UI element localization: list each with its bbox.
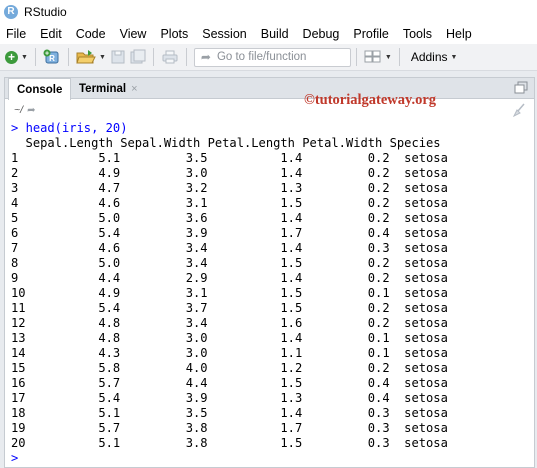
svg-text:R: R xyxy=(49,54,55,63)
menu-code[interactable]: Code xyxy=(69,27,113,41)
save-icon xyxy=(111,50,125,64)
tab-console-label: Console xyxy=(17,83,63,96)
toolbar-divider xyxy=(34,48,36,66)
working-directory: ~/ xyxy=(14,104,24,116)
folder-open-icon xyxy=(76,50,96,64)
output-row: 16 5.7 4.4 1.5 0.4 setosa xyxy=(11,376,448,390)
new-file-button[interactable]: + ▼ xyxy=(3,47,30,67)
menu-edit[interactable]: Edit xyxy=(33,27,69,41)
open-file-button[interactable]: ▼ xyxy=(74,47,108,67)
addins-menu[interactable]: Addins ▼ xyxy=(411,50,458,64)
output-row: 5 5.0 3.6 1.4 0.2 setosa xyxy=(11,211,448,225)
output-row: 3 4.7 3.2 1.3 0.2 setosa xyxy=(11,181,448,195)
pane-layout-button[interactable]: ▼ xyxy=(362,47,394,67)
chevron-down-icon: ▼ xyxy=(384,53,392,61)
output-header: Sepal.Length Sepal.Width Petal.Length Pe… xyxy=(11,136,441,150)
rstudio-logo-icon: R xyxy=(4,4,18,19)
menu-file[interactable]: File xyxy=(0,27,33,41)
maximize-pane-icon[interactable] xyxy=(514,81,528,94)
new-project-icon: R + xyxy=(43,49,59,64)
save-button[interactable] xyxy=(108,47,128,67)
menu-profile[interactable]: Profile xyxy=(346,27,395,41)
menu-plots[interactable]: Plots xyxy=(153,27,195,41)
console-command: head(iris, 20) xyxy=(25,121,128,135)
output-row: 11 5.4 3.7 1.5 0.2 setosa xyxy=(11,301,448,315)
toolbar-divider xyxy=(185,48,187,66)
tab-terminal-label: Terminal xyxy=(79,82,127,95)
console-command-line: > head(iris, 20) xyxy=(11,121,531,136)
chevron-down-icon: ▼ xyxy=(21,53,28,61)
save-all-button[interactable] xyxy=(128,47,148,67)
print-button[interactable] xyxy=(159,47,181,67)
menu-tools[interactable]: Tools xyxy=(396,27,439,41)
toolbar-divider xyxy=(67,48,69,66)
output-row: 13 4.8 3.0 1.4 0.1 setosa xyxy=(11,331,448,345)
chevron-down-icon: ▼ xyxy=(98,53,106,61)
close-icon[interactable]: × xyxy=(131,83,137,95)
output-row: 19 5.7 3.8 1.7 0.3 setosa xyxy=(11,421,448,435)
output-row: 2 4.9 3.0 1.4 0.2 setosa xyxy=(11,166,448,180)
addins-label: Addins xyxy=(410,50,448,64)
toolbar-divider xyxy=(355,48,357,66)
output-row: 8 5.0 3.4 1.5 0.2 setosa xyxy=(11,256,448,270)
console-output[interactable]: > head(iris, 20) Sepal.Length Sepal.Widt… xyxy=(11,121,531,466)
title-bar: R RStudio xyxy=(0,0,537,23)
print-icon xyxy=(162,50,178,64)
console-subbar: ~/ ➦ xyxy=(5,100,534,120)
toolbar-divider xyxy=(152,48,154,66)
save-all-icon xyxy=(130,49,146,64)
watermark: ©tutorialgateway.org xyxy=(304,92,437,108)
new-project-button[interactable]: R + xyxy=(41,47,63,67)
goto-file-function-input[interactable]: ➦ Go to file/function xyxy=(193,47,351,67)
goto-placeholder: Go to file/function xyxy=(216,51,307,63)
toolbar-divider xyxy=(398,48,400,66)
menu-view[interactable]: View xyxy=(113,27,154,41)
grid-layout-icon xyxy=(364,50,381,63)
goto-arrow-icon: ➦ xyxy=(200,50,211,64)
output-row: 4 4.6 3.1 1.5 0.2 setosa xyxy=(11,196,448,210)
output-row: 12 4.8 3.4 1.6 0.2 setosa xyxy=(11,316,448,330)
menu-debug[interactable]: Debug xyxy=(296,27,347,41)
output-row: 17 5.4 3.9 1.3 0.4 setosa xyxy=(11,391,448,405)
output-row: 10 4.9 3.1 1.5 0.1 setosa xyxy=(11,286,448,300)
console-prompt: > xyxy=(11,451,19,465)
menu-help[interactable]: Help xyxy=(439,27,479,41)
menu-build[interactable]: Build xyxy=(254,27,296,41)
pane-area: Console Terminal × ~/ ➦ ©tutorialgateway… xyxy=(0,71,537,468)
output-row: 14 4.3 3.0 1.1 0.1 setosa xyxy=(11,346,448,360)
clear-console-icon[interactable] xyxy=(512,103,526,117)
plus-icon: + xyxy=(5,50,18,64)
tab-console[interactable]: Console xyxy=(8,78,72,100)
console-input-line[interactable]: > xyxy=(11,451,531,466)
tab-terminal[interactable]: Terminal × xyxy=(71,78,146,99)
chevron-down-icon: ▼ xyxy=(450,53,458,61)
main-toolbar: + ▼ R + ▼ ➦ Go to file/function ▼ Addins… xyxy=(0,44,537,71)
console-pane: Console Terminal × ~/ ➦ ©tutorialgateway… xyxy=(4,77,535,468)
output-row: 7 4.6 3.4 1.4 0.3 setosa xyxy=(11,241,448,255)
output-row: 15 5.8 4.0 1.2 0.2 setosa xyxy=(11,361,448,375)
pane-tab-bar: Console Terminal × xyxy=(5,78,534,100)
output-row: 20 5.1 3.8 1.5 0.3 setosa xyxy=(11,436,448,450)
svg-text:+: + xyxy=(45,51,49,58)
output-row: 18 5.1 3.5 1.4 0.3 setosa xyxy=(11,406,448,420)
go-to-directory-icon[interactable]: ➦ xyxy=(27,105,35,116)
window-title: RStudio xyxy=(24,4,67,19)
output-row: 1 5.1 3.5 1.4 0.2 setosa xyxy=(11,151,448,165)
menu-session[interactable]: Session xyxy=(195,27,253,41)
output-row: 9 4.4 2.9 1.4 0.2 setosa xyxy=(11,271,448,285)
menu-bar: File Edit Code View Plots Session Build … xyxy=(0,23,537,44)
output-row: 6 5.4 3.9 1.7 0.4 setosa xyxy=(11,226,448,240)
